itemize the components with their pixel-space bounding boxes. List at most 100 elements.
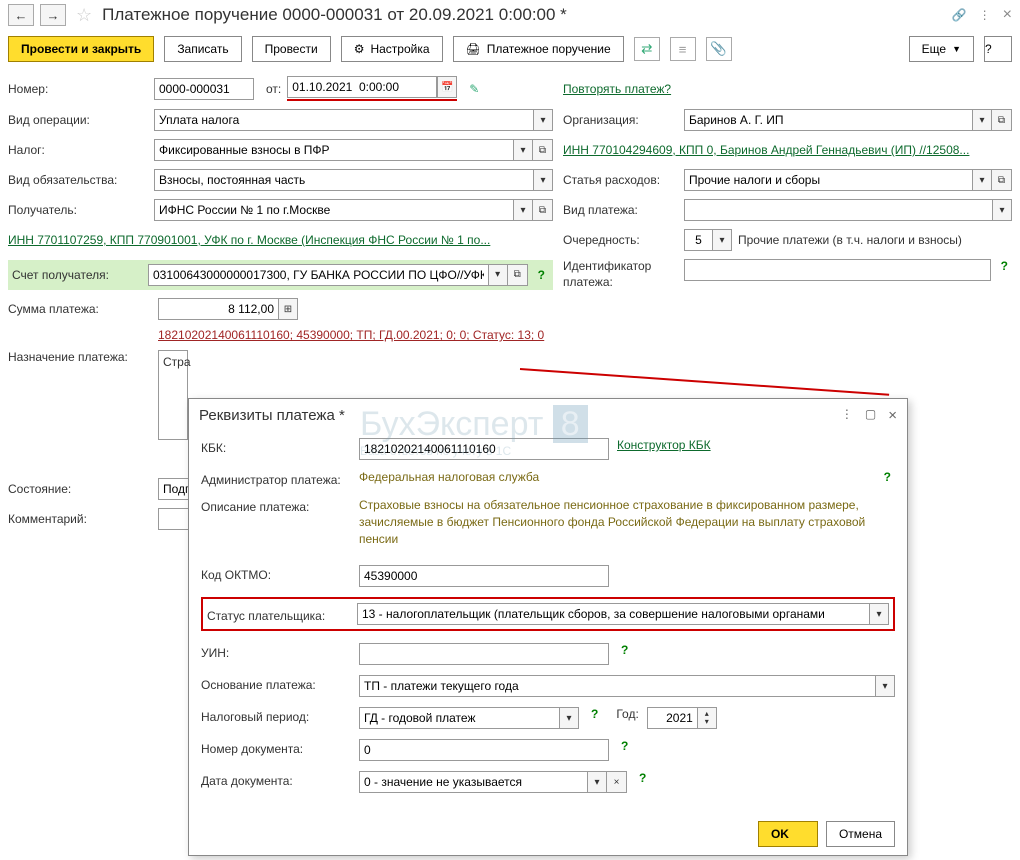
expense-dropdown[interactable]: ▾ [972, 169, 992, 191]
uin-help[interactable]: ? [617, 643, 632, 657]
admin-label: Администратор платежа: [201, 470, 351, 487]
settings-button[interactable]: ⚙ Настройка [341, 36, 443, 62]
doc-num-help[interactable]: ? [617, 739, 632, 753]
close-icon[interactable]: × [1003, 6, 1012, 24]
purpose-label: Назначение платежа: [8, 350, 148, 366]
org-open[interactable]: ⧉ [992, 109, 1012, 131]
doc-num-label: Номер документа: [201, 739, 351, 756]
modal-maximize-icon[interactable]: ▢ [865, 407, 876, 424]
account-dropdown[interactable]: ▾ [488, 264, 508, 286]
identifier-help[interactable]: ? [997, 259, 1012, 273]
priority-description: Прочие платежи (в т.ч. налоги и взносы) [738, 233, 962, 247]
basis-label: Основание платежа: [201, 675, 351, 692]
modal-title: Реквизиты платежа * [199, 407, 841, 424]
basis-input[interactable] [359, 675, 875, 697]
oktmo-input[interactable] [359, 565, 609, 587]
account-open[interactable]: ⧉ [508, 264, 528, 286]
help-button[interactable]: ? [984, 36, 1012, 62]
desc-label: Описание платежа: [201, 497, 351, 514]
account-input[interactable] [148, 264, 488, 286]
kbk-constructor-link[interactable]: Конструктор КБК [617, 438, 711, 452]
tax-input[interactable] [154, 139, 513, 161]
more-label: Еще [922, 42, 946, 56]
payment-details-link[interactable]: 18210202140061110160; 45390000; ТП; ГД.0… [158, 328, 1012, 342]
tax-period-dropdown[interactable]: ▾ [559, 707, 579, 729]
pay-type-dropdown[interactable]: ▾ [992, 199, 1012, 221]
pay-type-input[interactable] [684, 199, 992, 221]
post-button[interactable]: Провести [252, 36, 331, 62]
payer-inn-link[interactable]: ИНН 770104294609, КПП 0, Баринов Андрей … [563, 143, 969, 157]
priority-dropdown[interactable]: ▾ [712, 229, 732, 251]
more-menu-icon[interactable]: ⋮ [973, 8, 997, 22]
back-button[interactable]: ← [8, 4, 34, 26]
tax-label: Налог: [8, 143, 148, 157]
tax-open[interactable]: ⧉ [533, 139, 553, 161]
doc-date-input[interactable] [359, 771, 587, 793]
recipient-open[interactable]: ⧉ [533, 199, 553, 221]
date-input[interactable] [287, 76, 437, 98]
payer-status-input[interactable] [357, 603, 869, 625]
repeat-payment-link[interactable]: Повторять платеж? [563, 82, 671, 96]
recipient-dropdown[interactable]: ▾ [513, 199, 533, 221]
recipient-input[interactable] [154, 199, 513, 221]
edit-mode-icon[interactable]: ✎ [469, 82, 479, 96]
sum-input[interactable] [158, 298, 278, 320]
org-input[interactable] [684, 109, 972, 131]
tax-period-input[interactable] [359, 707, 559, 729]
recipient-inn-link[interactable]: ИНН 7701107259, КПП 770901001, УФК по г.… [8, 233, 490, 247]
payment-details-modal: Реквизиты платежа * ⋮ ▢ × КБК: Конструкт… [188, 398, 908, 856]
account-help[interactable]: ? [534, 268, 549, 282]
payer-status-label: Статус плательщика: [207, 606, 349, 623]
doc-num-input[interactable] [359, 739, 609, 761]
print-label: Платежное поручение [487, 42, 611, 56]
doc-date-label: Дата документа: [201, 771, 351, 788]
op-type-label: Вид операции: [8, 113, 148, 127]
doc-date-clear[interactable]: × [607, 771, 627, 793]
doc-date-dropdown[interactable]: ▾ [587, 771, 607, 793]
comment-label: Комментарий: [8, 512, 148, 526]
org-dropdown[interactable]: ▾ [972, 109, 992, 131]
modal-close-icon[interactable]: × [888, 407, 897, 424]
more-button[interactable]: Еще ▼ [909, 36, 974, 62]
op-type-input[interactable] [154, 109, 533, 131]
sum-label: Сумма платежа: [8, 302, 148, 316]
liability-input[interactable] [154, 169, 533, 191]
modal-menu-icon[interactable]: ⋮ [841, 407, 853, 424]
tax-period-help[interactable]: ? [587, 707, 602, 721]
admin-help[interactable]: ? [880, 470, 895, 484]
tax-period-label: Налоговый период: [201, 707, 351, 724]
op-type-dropdown[interactable]: ▾ [533, 109, 553, 131]
ok-button[interactable]: OK [758, 821, 818, 847]
priority-label: Очередность: [563, 233, 678, 247]
year-input[interactable] [647, 707, 697, 729]
print-button[interactable]: 🖨 Платежное поручение [453, 36, 624, 62]
link-icon[interactable]: 🔗 [952, 8, 967, 22]
cancel-button[interactable]: Отмена [826, 821, 895, 847]
tax-dropdown[interactable]: ▾ [513, 139, 533, 161]
basis-dropdown[interactable]: ▾ [875, 675, 895, 697]
priority-input[interactable] [684, 229, 712, 251]
purpose-input[interactable]: Стра [158, 350, 188, 440]
save-button[interactable]: Записать [164, 36, 241, 62]
number-input[interactable] [154, 78, 254, 100]
doc-date-help[interactable]: ? [635, 771, 650, 785]
post-and-close-button[interactable]: Провести и закрыть [8, 36, 154, 62]
uin-input[interactable] [359, 643, 609, 665]
calendar-icon[interactable]: 📅 [437, 76, 457, 98]
liability-dropdown[interactable]: ▾ [533, 169, 553, 191]
identifier-input[interactable] [684, 259, 991, 281]
expense-open[interactable]: ⧉ [992, 169, 1012, 191]
calculator-icon[interactable]: ⊞ [278, 298, 298, 320]
forward-button[interactable]: → [40, 4, 66, 26]
attach-button[interactable]: 📎 [706, 37, 732, 61]
extra-button-1[interactable]: ⇄ [634, 37, 660, 61]
payer-status-dropdown[interactable]: ▾ [869, 603, 889, 625]
admin-value: Федеральная налоговая служба [359, 470, 539, 484]
expense-input[interactable] [684, 169, 972, 191]
extra-button-2[interactable]: ≡ [670, 37, 696, 61]
year-spinner[interactable]: ▴▾ [697, 707, 717, 729]
favorite-icon[interactable]: ☆ [76, 5, 92, 26]
kbk-label: КБК: [201, 438, 351, 455]
kbk-input[interactable] [359, 438, 609, 460]
window-toolbar: ← → ☆ Платежное поручение 0000-000031 от… [0, 0, 1020, 30]
